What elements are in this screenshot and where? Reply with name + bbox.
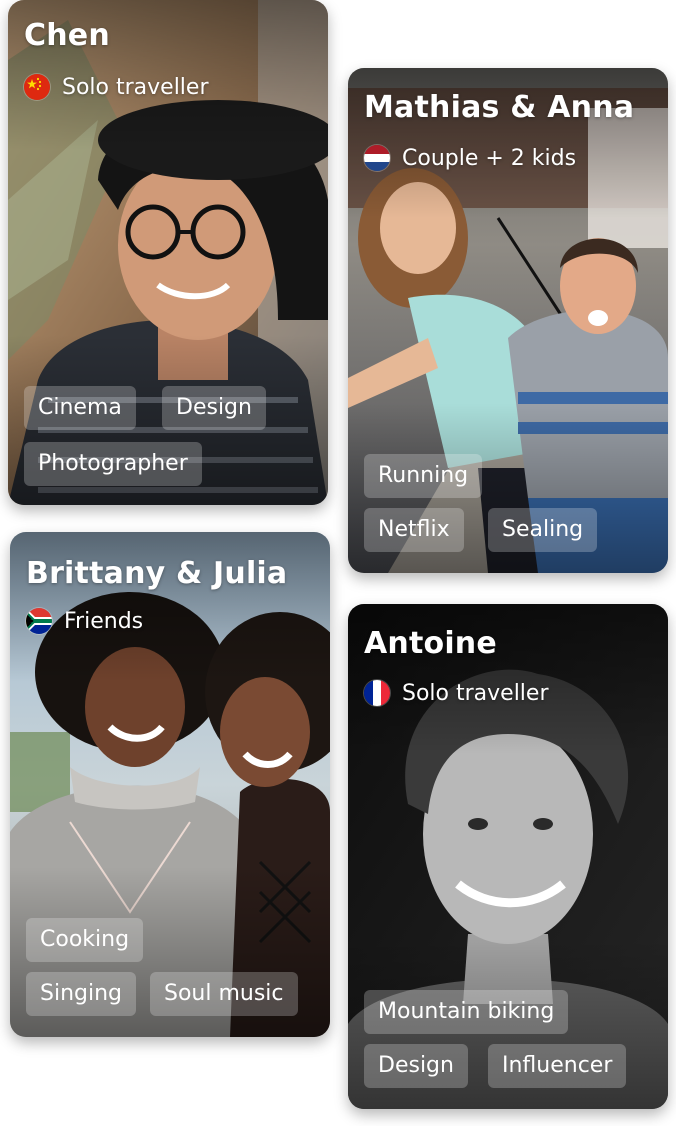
interest-tag: Running [364, 454, 483, 498]
interest-tag: Singing [26, 972, 137, 1016]
profile-card-chen[interactable]: Chen Solo traveller Cinema Design Photog… [8, 0, 328, 505]
south-africa-flag-icon [26, 608, 52, 634]
interest-tag: Photographer [24, 442, 202, 486]
interest-tag: Mountain biking [364, 990, 569, 1034]
interest-tag: Sealing [488, 508, 598, 552]
interest-tag: Cinema [24, 386, 136, 430]
traveller-type: Solo traveller [24, 74, 209, 100]
traveller-type: Solo traveller [364, 680, 549, 706]
france-flag-icon [364, 680, 390, 706]
interest-tag: Influencer [488, 1044, 627, 1088]
profile-card-antoine[interactable]: Antoine Solo traveller Mountain biking D… [348, 604, 668, 1109]
interest-tag: Design [162, 386, 266, 430]
china-flag-icon [24, 74, 50, 100]
traveller-type-label: Friends [64, 608, 144, 634]
traveller-type: Couple + 2 kids [364, 145, 576, 171]
interest-tag: Netflix [364, 508, 464, 552]
interest-tag: Soul music [150, 972, 298, 1016]
traveller-type-label: Solo traveller [62, 74, 209, 100]
profile-name: Brittany & Julia [26, 556, 288, 591]
interest-tag: Cooking [26, 918, 144, 962]
traveller-type-label: Solo traveller [402, 680, 549, 706]
interest-tag: Design [364, 1044, 468, 1088]
profile-name: Chen [24, 18, 110, 53]
netherlands-flag-icon [364, 145, 390, 171]
traveller-type-label: Couple + 2 kids [402, 145, 577, 171]
shade-top [10, 532, 330, 682]
profile-card-brittany-julia[interactable]: Brittany & Julia Friends Cooking Singing… [10, 532, 330, 1037]
traveller-type: Friends [26, 608, 143, 634]
profile-name: Mathias & Anna [364, 90, 635, 125]
profile-card-mathias-anna[interactable]: Mathias & Anna Couple + 2 kids Running N… [348, 68, 668, 573]
profile-name: Antoine [364, 626, 497, 661]
